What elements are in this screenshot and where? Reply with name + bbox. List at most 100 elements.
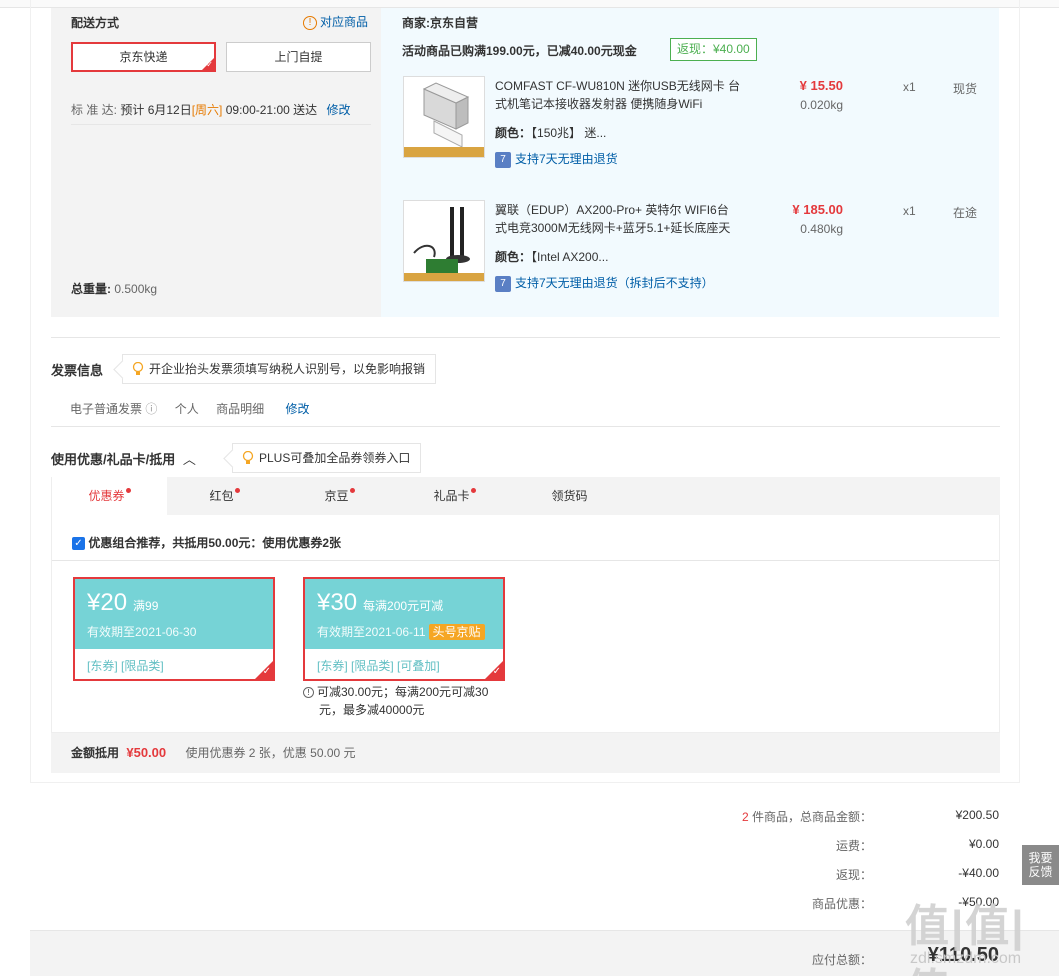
shipping-fee-value: ¥0.00 [968,837,999,851]
discount-summary: 金额抵用 ¥50.00 使用优惠券 2 张，优惠 50.00 元 [51,733,1000,773]
eta-weekday: [周六] [191,103,223,117]
item-title[interactable]: 翼联（EDUP）AX200-Pro+ 英特尔 WIFI6台 式电竞3000M无线… [495,201,745,237]
coupon-header: ¥20 满99 有效期至2021-06-30 [75,579,273,649]
item-price: ¥ 185.00 [792,202,843,217]
feedback-label: 反馈 [1028,865,1053,879]
coupon-note: ! 可减30.00元；每满200元可减30 元，最多减40000元 [303,683,488,719]
merchant-section: 商家:京东自营 活动商品已购满199.00元，已减40.00元现金 返现：¥40… [381,8,999,317]
eta-time: 09:00-21:00 送达 [225,103,318,117]
rebate-tag: 返现：¥40.00 [670,38,757,61]
chevron-up-icon[interactable]: ︿ [183,452,196,467]
plus-tip-text: PLUS可叠加全品券领券入口 [259,451,411,465]
invoice-title: 发票信息 [51,363,104,378]
coupon-tags: [东券] [限品类] [87,659,164,673]
tab-red-packet[interactable]: 红包 [167,477,282,515]
item-weight: 0.020kg [800,98,843,112]
divider [71,124,371,125]
checkbox-icon[interactable]: ✓ [72,537,85,551]
product-image[interactable] [403,200,485,282]
delivery-eta: 标 准 达: 预计 6月12日[周六] 09:00-21:00 送达 修改 [71,101,350,118]
coupon-tags: [东券] [限品类] [可叠加] [317,659,440,673]
option-jd-express[interactable]: 京东快递 ✓ [71,42,216,72]
feedback-label: 我要 [1028,851,1053,865]
item-color: 颜色：【Intel AX200... [495,248,608,265]
tab-label: 京豆 [324,489,349,503]
coupon-card[interactable]: ¥20 满99 有效期至2021-06-30 [东券] [限品类] ✓ [73,577,275,681]
item-title-line: 翼联（EDUP）AX200-Pro+ 英特尔 WIFI6台 [495,203,729,217]
summary-label: 金额抵用 [71,746,120,760]
item-title-line: COMFAST CF-WU810N 迷你USB无线网卡 台 [495,79,741,93]
item-weight: 0.480kg [800,222,843,236]
dot-icon [125,488,131,493]
plus-tip[interactable]: PLUS可叠加全品券领券入口 [232,443,422,473]
watermark-url: zdl.smzdm.com [910,950,1022,967]
total-weight-value: 0.500kg [114,282,158,296]
check-icon: ✓ [492,666,501,677]
eta-date: 预计 6月12日 [120,103,192,117]
coupon-amount-value: ¥30 [317,589,358,616]
return-policy[interactable]: 7 支持7天无理由退货（拆封后不支持） [495,274,714,292]
tab-claim-code[interactable]: 领货码 [512,477,627,515]
item-color-label: 颜色： [495,126,532,140]
coupon-card[interactable]: ¥30 每满200元可减 有效期至2021-06-11 头号京贴 [东券] [限品类… [303,577,505,681]
tab-jd-beans[interactable]: 京豆 [282,477,397,515]
feedback-button[interactable]: 我要 反馈 [1022,845,1059,885]
lightbulb-icon [132,362,144,375]
payable-label: 应付总额： [811,953,872,967]
option-pickup-label: 上门自提 [274,50,323,64]
discount-title[interactable]: 使用优惠/礼品卡/抵用 ︿ [51,449,196,468]
coupon-header: ¥30 每满200元可减 有效期至2021-06-11 头号京贴 [305,579,503,649]
summary-detail: 使用优惠券 2 张，优惠 50.00 元 [185,746,356,760]
dot-icon [470,488,476,493]
goods-total-value: ¥200.50 [955,808,999,822]
coupon-validity: 有效期至2021-06-11 [317,625,426,639]
coupon-amount-value: ¥20 [87,589,128,616]
tab-label: 优惠券 [88,489,125,503]
coupon-validity: 有效期至2021-06-30 [87,625,197,639]
discount-title-label: 使用优惠/礼品卡/抵用 [51,452,176,467]
goods-total-label: 2 件商品，总商品金额： [672,808,872,825]
merchant-label: 商家: [402,16,430,30]
coupon-condition: 每满200元可减 [363,599,444,613]
item-title[interactable]: COMFAST CF-WU810N 迷你USB无线网卡 台 式机笔记本接收器发射… [495,77,745,113]
item-stock: 在途 [953,206,978,220]
option-pickup[interactable]: 上门自提 [226,42,371,72]
invoice-title-type: 个人 [174,402,199,416]
product-discount-label: 商品优惠： [811,897,872,911]
check-icon: ✓ [262,666,271,677]
coupon-badge: 头号京贴 [428,624,485,640]
rebate-value: -¥40.00 [958,866,999,880]
product-image[interactable] [403,76,485,158]
info-icon[interactable]: ⓘ [145,402,157,416]
shipping-section: 配送方式 ! 对应商品 京东快递 ✓ 上门自提 标 准 达: 预计 6月12日[周… [51,8,381,317]
info-icon: ! [303,15,317,30]
related-items-link[interactable]: ! 对应商品 [303,13,368,30]
item-color: 颜色：【150兆】 迷... [495,124,606,141]
return-policy-label: 支持7天无理由退货 [515,152,618,166]
merchant-name: 京东自营 [430,16,479,30]
tab-coupons[interactable]: 优惠券 [52,477,167,515]
item-color-value: 【Intel AX200... [531,250,609,264]
invoice-content: 商品明细 [216,402,265,416]
modify-delivery-link[interactable]: 修改 [326,103,350,117]
item-title-line: 式电竞3000M无线网卡+蓝牙5.1+延长底座天 [495,221,731,235]
tab-gift-card[interactable]: 礼品卡 [397,477,512,515]
item-price: ¥ 15.50 [799,78,843,93]
check-icon: ✓ [206,60,213,69]
wifi-card-image [404,201,484,281]
recommend-row[interactable]: ✓ 优惠组合推荐，共抵用50.00元：使用优惠券2张 [72,534,341,551]
tab-label: 领货码 [551,489,588,503]
standard-label: 标 准 达: [71,103,118,117]
related-items-label: 对应商品 [320,15,369,29]
return-policy[interactable]: 7 支持7天无理由退货 [495,150,618,168]
option-jd-express-label: 京东快递 [119,50,168,64]
modify-invoice-link[interactable]: 修改 [285,402,309,416]
invoice-tip: 开企业抬头发票须填写纳税人识别号，以免影响报销 [122,354,437,384]
promo-text: 活动商品已购满199.00元，已减40.00元现金 [402,44,637,58]
item-qty: x1 [903,80,916,94]
coupon-note-line: 可减30.00元；每满200元可减30 [317,685,489,699]
item-count: 2 [741,810,749,824]
dot-icon [349,488,355,493]
recommend-text: 优惠组合推荐，共抵用50.00元：使用优惠券2张 [88,536,342,550]
coupon-validity-row: 有效期至2021-06-11 头号京贴 [317,623,485,640]
